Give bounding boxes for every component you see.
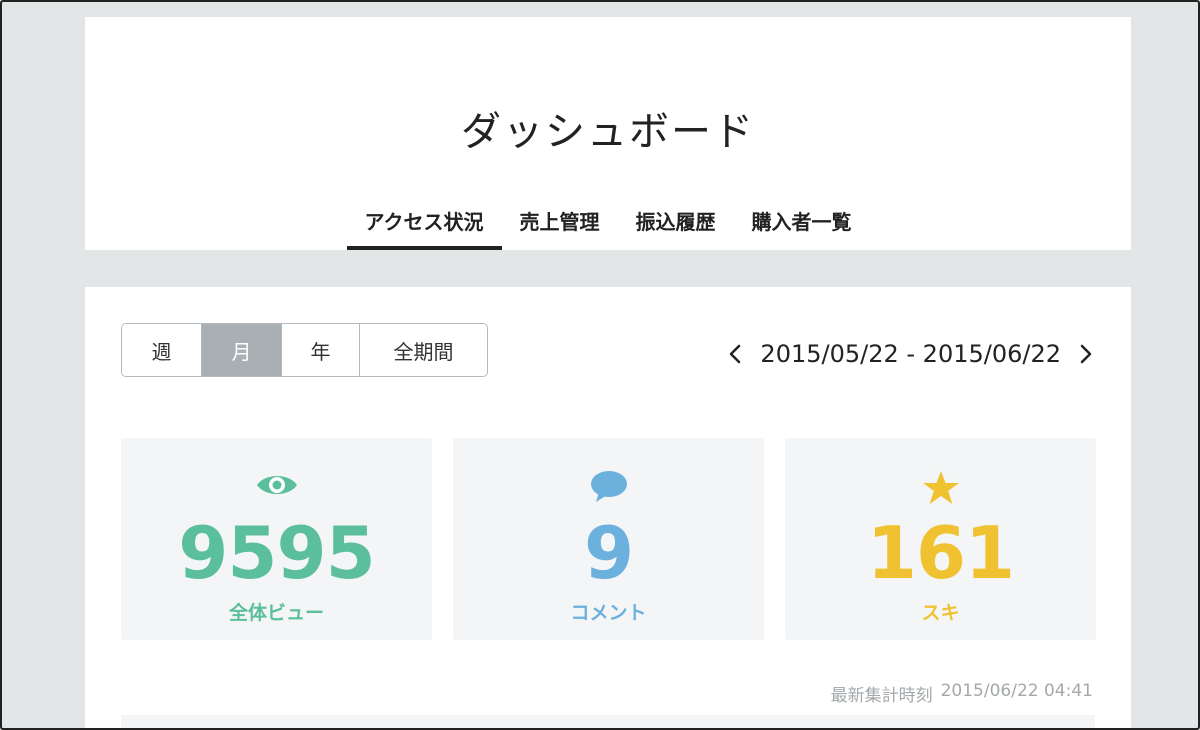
chart-area-top [121, 715, 1095, 730]
tab-transfers[interactable]: 振込履歴 [618, 202, 734, 250]
last-updated-label: 最新集計時刻 [830, 686, 933, 706]
period-month-button[interactable]: 月 [202, 324, 282, 376]
likes-value: 161 [866, 511, 1015, 595]
access-panel: 週 月 年 全期間 2015/05/22 - 2015/06/22 9595 全… [85, 287, 1131, 730]
comments-value: 9 [583, 511, 634, 595]
stat-card-comments: 9 コメント [453, 438, 764, 640]
comments-label: コメント [570, 602, 647, 624]
likes-label: スキ [921, 602, 960, 624]
last-updated-timestamp: 2015/06/22 04:41 [940, 681, 1093, 701]
stat-card-likes: 161 スキ [785, 438, 1096, 640]
star-icon [785, 470, 1096, 504]
comment-icon [453, 470, 764, 504]
tab-buyers[interactable]: 購入者一覧 [734, 202, 870, 250]
stat-card-views: 9595 全体ビュー [121, 438, 432, 640]
chevron-left-icon[interactable] [724, 340, 746, 368]
dashboard-header: ダッシュボード アクセス状況 売上管理 振込履歴 購入者一覧 [85, 17, 1131, 250]
views-value: 9595 [178, 511, 375, 595]
period-year-button[interactable]: 年 [282, 324, 360, 376]
date-range-text: 2015/05/22 - 2015/06/22 [760, 340, 1061, 368]
period-week-button[interactable]: 週 [122, 324, 202, 376]
chevron-right-icon[interactable] [1075, 340, 1097, 368]
period-selector: 週 月 年 全期間 [121, 323, 488, 377]
tab-bar: アクセス状況 売上管理 振込履歴 購入者一覧 [85, 202, 1131, 250]
eye-icon [121, 470, 432, 504]
last-updated: 最新集計時刻 2015/06/22 04:41 [831, 681, 1093, 706]
tab-sales[interactable]: 売上管理 [502, 202, 618, 250]
views-label: 全体ビュー [228, 602, 324, 624]
page-title: ダッシュボード [461, 109, 755, 155]
tab-access[interactable]: アクセス状況 [346, 202, 502, 250]
date-range: 2015/05/22 - 2015/06/22 [724, 337, 1097, 371]
period-all-button[interactable]: 全期間 [360, 324, 487, 376]
stats-row: 9595 全体ビュー 9 コメント 161 スキ [121, 438, 1096, 640]
